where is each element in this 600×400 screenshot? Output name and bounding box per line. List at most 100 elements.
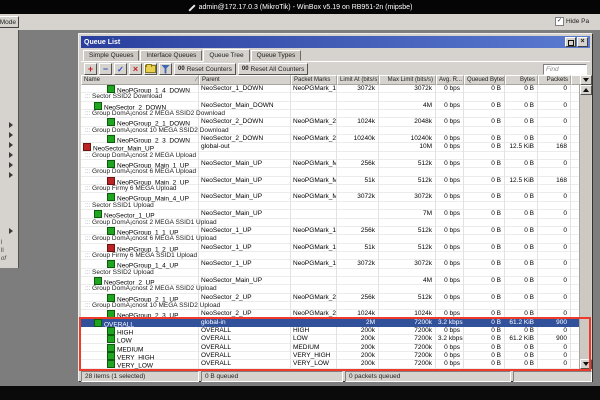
cell-bytes: 0 B (505, 85, 538, 94)
queue-row[interactable]: NeoPGroup_1_4_DOWN NeoSector_1_DOWN NeoPGM… (81, 85, 579, 94)
submenu-arrow-icon[interactable] (9, 142, 13, 148)
cell-parent: NeoSector_1_DOWN (199, 85, 291, 94)
queue-row[interactable]: NeoPGroup_Main_2_UP NeoSector_Main_UP NeoP… (81, 176, 579, 186)
comment-row[interactable]: ::: Sector SSID2 Upload (81, 268, 579, 277)
find-input[interactable] (543, 63, 587, 75)
cell-bytes (505, 268, 538, 277)
queue-row[interactable]: VERY_HIGH OVERALL VERY_HIGH 200k 7200k 0 bps 0… (81, 352, 579, 361)
window-titlebar[interactable]: Queue List × (81, 36, 590, 48)
queue-row[interactable]: NeoPGroup_2_3_DOWN NeoSector_2_DOWN NeoPGM… (81, 135, 579, 144)
column-selector-button[interactable] (580, 75, 592, 85)
hide-passwords-checkbox[interactable]: ✓ (555, 17, 564, 26)
comment-overlay: ::: Group DomÃ¡cnost 2 MEGA SSID2 Upload (85, 285, 505, 293)
cell-filler (571, 143, 579, 151)
queue-row[interactable]: NeoPGroup_1_4_UP NeoSector_1_UP NeoPGMark_… (81, 260, 579, 269)
cell-max: 512k (379, 293, 436, 302)
cell-filler (571, 227, 579, 235)
column-header-name[interactable]: Name ∕ (81, 75, 199, 85)
cell-name: VERY_HIGH (81, 352, 199, 361)
queue-row[interactable]: OVERALL global-in 2M 7200k 3.2 kbps 0 B 61.2 K… (81, 318, 579, 327)
tab-queue-tree[interactable]: Queue Tree (203, 49, 250, 62)
cell-packets (538, 268, 571, 277)
comment-row[interactable]: ::: Group DomÃ¡cnost 2 MEGA SSID2 Upload (81, 285, 579, 294)
queue-status-icon (94, 276, 102, 285)
submenu-arrow-icon[interactable] (9, 152, 13, 158)
queue-row[interactable]: NeoPGroup_Main_4_UP NeoSector_Main_UP NeoP… (81, 193, 579, 202)
queue-row[interactable]: VERY_LOW OVERALL VERY_LOW 200k 7200k 0 bps 0 B… (81, 360, 579, 369)
close-button[interactable]: × (577, 37, 588, 47)
filter-button[interactable] (159, 63, 172, 75)
queue-row[interactable]: NeoSector_2_DOWN NeoSector_Main_DOWN 4M 0 b… (81, 101, 579, 111)
queue-row[interactable]: MEDIUM OVERALL MEDIUM 200k 7200k 0 bps 0 B0 B0 (81, 343, 579, 352)
column-header-limit-at[interactable]: Limit At (bits/s) (337, 75, 379, 85)
cell-packets: 0 (538, 193, 571, 202)
queue-row[interactable]: NeoSector_1_UP NeoSector_Main_UP 7M 0 bps 0 … (81, 210, 579, 219)
queue-row[interactable]: NeoPGroup_2_1_UP NeoSector_2_UP NeoPGMark_… (81, 293, 579, 302)
column-header-avg-rate[interactable]: Avg. R... (436, 75, 464, 85)
disable-button[interactable]: × (129, 63, 142, 75)
tab-simple-queues[interactable]: Simple Queues (83, 50, 140, 61)
comment-button[interactable] (144, 63, 157, 75)
comment-row[interactable]: ::: Group DomÃ¡cnost 6 MEGA SSID1 Upload (81, 235, 579, 244)
column-header-queued-bytes[interactable]: Queued Bytes (464, 75, 505, 85)
queue-status-icon (107, 310, 115, 319)
reset-all-counters-button[interactable]: 00 Reset All Counters (237, 63, 309, 75)
column-header-parent[interactable]: Parent (199, 75, 291, 85)
comment-row[interactable]: ::: Group DomÃ¡cnost 2 MEGA SSID1 Upload (81, 218, 579, 227)
submenu-arrow-icon[interactable] (9, 172, 13, 178)
submenu-arrow-icon[interactable] (9, 122, 13, 128)
comment-row[interactable]: ::: Group DomÃ¡cnost 2 MEGA SSID2 Downloa… (81, 110, 579, 119)
comment-row[interactable]: ::: Sector SSID2 Download (81, 93, 579, 102)
comment-marker-icon: ::: (85, 169, 91, 176)
column-header-packet-marks[interactable]: Packet Marks (291, 75, 337, 85)
comment-row[interactable]: ::: Sector SSID1 Upload (81, 201, 579, 211)
submenu-arrow-icon[interactable] (9, 228, 13, 234)
queue-row[interactable]: NeoPGroup_Main_1_UP NeoSector_Main_UP NeoP… (81, 160, 579, 169)
comment-row[interactable]: ::: Group DomÃ¡cnost 2 MEGA Upload (81, 151, 579, 161)
remove-button[interactable]: − (99, 63, 112, 75)
cell-avg: 0 bps (436, 360, 464, 369)
queue-row[interactable]: NeoPGroup_1_2_UP NeoSector_1_UP NeoPGMark_… (81, 243, 579, 252)
queue-row[interactable]: NeoPGroup_2_1_DOWN NeoSector_2_DOWN NeoPGM… (81, 118, 579, 127)
tab-interface-queues[interactable]: Interface Queues (140, 50, 203, 61)
comment-row[interactable]: ::: Group Firmy 6 MEGA SSID1 Upload (81, 251, 579, 261)
column-header-bytes[interactable]: Bytes (505, 75, 538, 85)
column-header-packets[interactable]: Packets (538, 75, 571, 85)
comment-text: Sector SSID1 Upload (92, 201, 154, 209)
comment-overlay: ::: Group DomÃ¡cnost 6 MEGA Upload (85, 168, 505, 176)
scroll-down-button[interactable] (580, 359, 592, 369)
queue-status-icon (94, 101, 102, 110)
cell-parent: NeoSector_Main_DOWN (199, 101, 291, 111)
submenu-arrow-icon[interactable] (9, 132, 13, 138)
add-button[interactable]: + (84, 63, 97, 75)
column-header-max-limit[interactable]: Max Limit (bits/s) (379, 75, 436, 85)
cell-max: 3072k (379, 85, 436, 94)
cell-parent: OVERALL (199, 352, 291, 361)
safe-mode-button[interactable]: Mode (0, 16, 19, 28)
queue-row[interactable]: LOW OVERALL LOW 200k 7200k 3.2 kbps 0 B 61.2 Ki… (81, 335, 579, 344)
tab-queue-types[interactable]: Queue Types (250, 50, 302, 61)
cell-name: NeoSector_2_UP (81, 276, 199, 286)
cell-limit: 51k (337, 243, 379, 252)
comment-row[interactable]: ::: Group DomÃ¡cnost 6 MEGA Upload (81, 168, 579, 177)
comment-row[interactable]: ::: Group Firmy 6 MEGA Upload (81, 185, 579, 194)
queue-row[interactable]: NeoSector_Main_UP global-out 10M 0 bps 0 B 12… (81, 143, 579, 152)
queue-row[interactable]: HIGH OVERALL HIGH 200k 7200k 0 bps 0 B0 B0 (81, 326, 579, 336)
comment-row[interactable]: ::: Group DomÃ¡cnost 10 MEGA SSID2 Upload (81, 301, 579, 311)
scroll-up-button[interactable] (580, 85, 592, 95)
comment-text: Group DomÃ¡cnost 10 MEGA SSID2 Download (92, 126, 229, 134)
cell-queued: 0 B (464, 118, 505, 127)
enable-button[interactable]: ✓ (114, 63, 127, 75)
queue-row[interactable]: NeoSector_2_UP NeoSector_Main_UP 4M 0 bps 0 … (81, 276, 579, 286)
maximize-button[interactable] (565, 37, 576, 47)
reset-counters-button[interactable]: 00 Reset Counters (174, 63, 236, 75)
submenu-arrow-icon[interactable] (9, 162, 13, 168)
comment-row[interactable]: ::: Group DomÃ¡cnost 10 MEGA SSID2 Downlo… (81, 126, 579, 136)
cell-bytes: 61.2 KiB (505, 318, 538, 327)
hide-passwords-control[interactable]: ✓ Hide Pa (555, 17, 589, 26)
cell-queued: 0 B (464, 276, 505, 286)
cell-filler (571, 285, 579, 293)
vertical-scrollbar[interactable] (579, 85, 592, 369)
queue-row[interactable]: NeoPGroup_2_3_UP NeoSector_2_UP NeoPGMark_… (81, 310, 579, 319)
queue-row[interactable]: NeoPGroup_1_1_UP NeoSector_1_UP NeoPGMark_… (81, 226, 579, 236)
